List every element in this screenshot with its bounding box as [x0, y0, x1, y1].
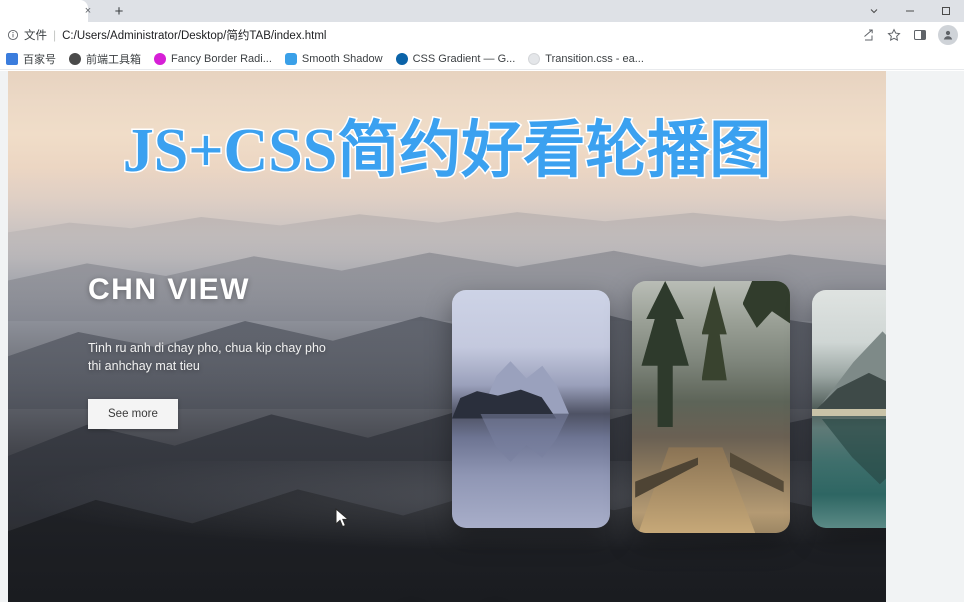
- slide-title: CHN VIEW: [88, 273, 250, 306]
- address-bar[interactable]: 文件 | C:/Users/Administrator/Desktop/简约TA…: [6, 25, 856, 45]
- url-scheme-label: 文件: [24, 30, 47, 42]
- bookmark-item[interactable]: 前端工具箱: [69, 51, 141, 67]
- carousel-page: JS+CSS简约好看轮播图 CHN VIEW Tinh ru anh di ch…: [8, 71, 886, 602]
- star-icon[interactable]: [882, 24, 906, 46]
- window-controls: [856, 0, 964, 22]
- profile-avatar[interactable]: [938, 25, 958, 45]
- bookmark-item[interactable]: Transition.css - ea...: [528, 52, 644, 65]
- bookmark-label: Transition.css - ea...: [545, 52, 644, 65]
- thumb-pine-left: [641, 281, 689, 428]
- slide-caption: CHN VIEW Tinh ru anh di chay pho, chua k…: [88, 273, 388, 430]
- chevron-down-icon[interactable]: [856, 0, 892, 22]
- minimize-icon[interactable]: [892, 0, 928, 22]
- active-tab[interactable]: [0, 0, 88, 22]
- thumb-lake-reflection: [821, 418, 886, 485]
- bookmark-item[interactable]: CSS Gradient — G...: [395, 52, 516, 65]
- thumbnail-card[interactable]: [452, 290, 610, 528]
- toolbar-icon-group: [856, 24, 958, 46]
- bookmarks-bar: 百家号 前端工具箱 Fancy Border Radi... Smooth Sh…: [0, 48, 964, 70]
- bookmark-item[interactable]: Smooth Shadow: [284, 52, 383, 65]
- bookmark-item[interactable]: Fancy Border Radi...: [154, 52, 272, 65]
- bookmark-label: CSS Gradient — G...: [412, 52, 516, 65]
- bookmark-favicon: [154, 52, 166, 65]
- thumbnail-list: [452, 281, 886, 533]
- bookmark-favicon: [528, 52, 541, 65]
- bookmark-item[interactable]: 百家号: [6, 51, 56, 67]
- thumbnail-card[interactable]: [632, 281, 790, 533]
- bookmark-label: Smooth Shadow: [301, 52, 383, 65]
- maximize-icon[interactable]: [928, 0, 964, 22]
- page-viewport: JS+CSS简约好看轮播图 CHN VIEW Tinh ru anh di ch…: [0, 71, 964, 602]
- thumb-water-reflection: [480, 413, 569, 462]
- share-icon[interactable]: [856, 24, 880, 46]
- browser-toolbar: 文件 | C:/Users/Administrator/Desktop/简约TA…: [0, 22, 964, 48]
- bookmark-label: Fancy Border Radi...: [171, 52, 272, 65]
- thumb-shoreline: [812, 409, 886, 417]
- bookmark-label: 前端工具箱: [86, 53, 141, 66]
- url-text: C:/Users/Administrator/Desktop/简约TAB/ind…: [62, 30, 327, 42]
- page-info-icon[interactable]: [6, 29, 19, 42]
- browser-window: × + 文件 | C:/Users/Administrator/Desktop/…: [0, 0, 964, 602]
- thumbnail-card[interactable]: [812, 290, 886, 528]
- new-tab-button[interactable]: +: [108, 2, 130, 21]
- bookmark-favicon: [284, 52, 297, 65]
- bookmark-favicon: [6, 52, 18, 65]
- thumb-canopy: [742, 281, 790, 328]
- slide-description: Tinh ru anh di chay pho, chua kip chay p…: [88, 341, 326, 374]
- bookmark-label: 百家号: [23, 53, 56, 66]
- sidebar-icon[interactable]: [908, 24, 932, 46]
- bookmark-favicon: [395, 52, 408, 65]
- omnibox-separator: |: [53, 28, 57, 42]
- tab-strip: × +: [0, 0, 964, 22]
- see-more-button[interactable]: See more: [88, 399, 178, 430]
- page-title: JS+CSS简约好看轮播图: [121, 117, 773, 185]
- bookmark-favicon: [69, 52, 81, 65]
- thumb-pine-mid: [701, 286, 727, 381]
- tab-close-icon[interactable]: ×: [81, 4, 95, 18]
